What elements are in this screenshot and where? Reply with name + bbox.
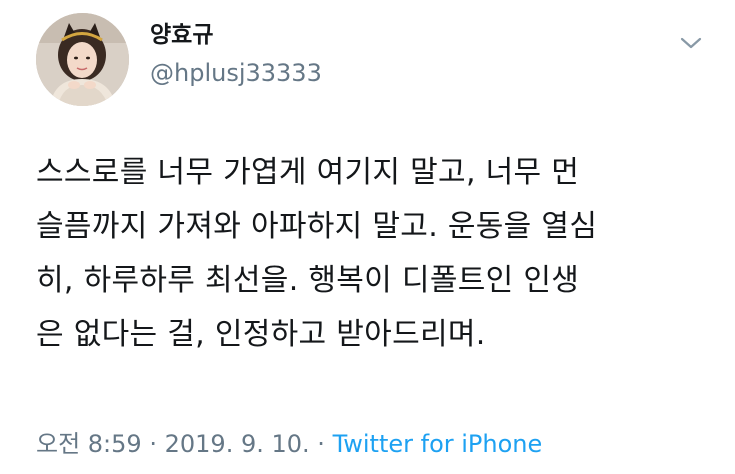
chevron-down-icon[interactable] <box>676 32 706 54</box>
meta-separator: · <box>149 430 157 458</box>
avatar[interactable] <box>36 13 129 106</box>
tweet-card: 양효규 @hplusj33333 스스로를 너무 가엽게 여기지 말고, 너무 … <box>0 0 735 474</box>
tweet-source-link[interactable]: Twitter for iPhone <box>333 430 543 458</box>
tweet-meta: 오전 8:59 · 2019. 9. 10. · Twitter for iPh… <box>36 427 542 461</box>
display-name[interactable]: 양효규 <box>150 21 213 49</box>
tweet-date[interactable]: 2019. 9. 10. <box>165 430 310 458</box>
tweet-text: 스스로를 너무 가엽게 여기지 말고, 너무 먼 슬픔까지 가져와 아파하지 말… <box>36 155 598 352</box>
meta-separator: · <box>317 430 325 458</box>
user-handle[interactable]: @hplusj33333 <box>150 58 322 88</box>
profile-photo-icon <box>36 13 129 106</box>
tweet-time[interactable]: 오전 8:59 <box>36 430 142 458</box>
